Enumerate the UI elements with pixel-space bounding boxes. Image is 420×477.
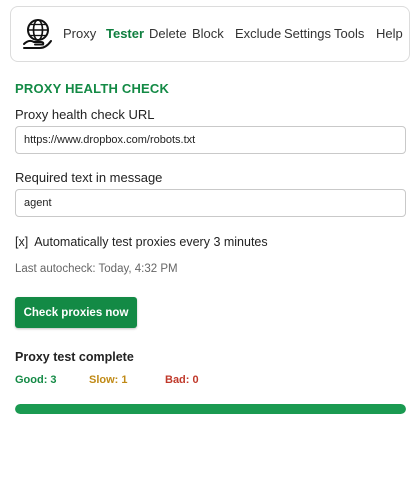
good-count: Good: 3 [15, 374, 57, 386]
last-autocheck: Last autocheck: Today, 4:32 PM [15, 263, 178, 275]
nav-settings[interactable]: Settings [284, 26, 331, 41]
nav-delete[interactable]: Delete [149, 26, 187, 41]
nav-block[interactable]: Block [192, 26, 224, 41]
section-title: PROXY HEALTH CHECK [15, 81, 170, 96]
nav-exclude[interactable]: Exclude [235, 26, 281, 41]
nav-proxy[interactable]: Proxy [63, 26, 96, 41]
autotest-label: Automatically test proxies every 3 minut… [34, 235, 268, 249]
check-proxies-button[interactable]: Check proxies now [15, 297, 137, 328]
slow-count: Slow: 1 [89, 374, 128, 386]
nav-tester[interactable]: Tester [106, 26, 144, 41]
autotest-checkbox[interactable]: [x] [15, 235, 28, 249]
globe-hand-icon [23, 19, 52, 49]
health-check-url-input[interactable] [15, 126, 406, 154]
nav-tools[interactable]: Tools [334, 26, 364, 41]
top-nav: Proxy Tester Delete Block Exclude Settin… [10, 6, 410, 62]
nav-help[interactable]: Help [376, 26, 403, 41]
text-field-label: Required text in message [15, 170, 163, 185]
autotest-row[interactable]: [x] Automatically test proxies every 3 mi… [15, 235, 268, 249]
required-text-input[interactable] [15, 189, 406, 217]
progress-fill [15, 404, 406, 414]
url-field-label: Proxy health check URL [15, 107, 155, 122]
bad-count: Bad: 0 [165, 374, 199, 386]
progress-bar [15, 404, 406, 414]
results-title: Proxy test complete [15, 350, 134, 364]
